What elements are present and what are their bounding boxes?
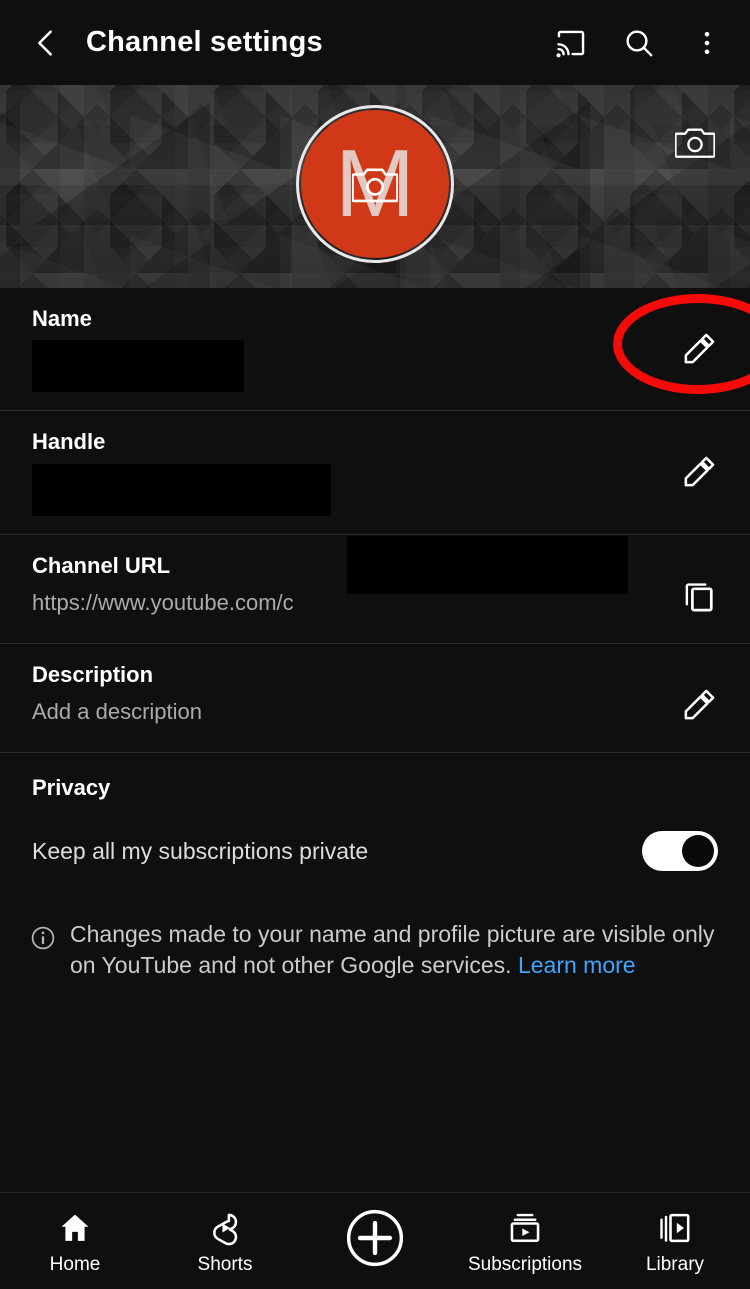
app-bar: Channel settings bbox=[0, 0, 750, 85]
description-value: Add a description bbox=[32, 699, 202, 725]
nav-item-library[interactable]: Library bbox=[600, 1193, 750, 1289]
create-plus-icon bbox=[344, 1206, 406, 1270]
setting-row-description[interactable]: Description Add a description bbox=[0, 644, 750, 752]
description-label: Description bbox=[32, 661, 154, 687]
more-vertical-icon bbox=[704, 31, 710, 54]
nav-label-shorts: Shorts bbox=[197, 1254, 253, 1275]
home-icon bbox=[57, 1208, 93, 1248]
nav-item-shorts[interactable]: Shorts bbox=[150, 1193, 300, 1289]
privacy-label: Privacy bbox=[32, 774, 111, 800]
camera-icon bbox=[352, 168, 398, 203]
description-content: Description Add a description bbox=[32, 662, 670, 726]
description-edit-pencil[interactable] bbox=[670, 676, 728, 734]
copy-icon bbox=[685, 583, 713, 612]
search-icon bbox=[626, 29, 653, 56]
edit-banner-button[interactable] bbox=[672, 119, 718, 165]
pencil-icon bbox=[684, 457, 715, 487]
name-content: Name bbox=[32, 306, 670, 393]
info-note: Changes made to your name and profile pi… bbox=[0, 893, 750, 982]
toggle-knob bbox=[682, 835, 714, 868]
more-options-button[interactable] bbox=[678, 14, 736, 72]
handle-label: Handle bbox=[32, 429, 106, 455]
shorts-icon bbox=[207, 1208, 243, 1248]
nav-label-library: Library bbox=[645, 1254, 705, 1275]
camera-icon bbox=[675, 128, 715, 158]
cast-icon bbox=[556, 30, 585, 57]
nav-item-create[interactable] bbox=[300, 1193, 450, 1289]
name-edit-pencil[interactable] bbox=[670, 320, 728, 378]
app-bar-actions bbox=[542, 14, 750, 72]
pencil-icon bbox=[684, 689, 715, 720]
handle-value-redacted bbox=[32, 463, 331, 516]
cast-button[interactable] bbox=[542, 14, 600, 72]
keep-subscriptions-private-toggle[interactable] bbox=[642, 831, 718, 872]
pencil-icon bbox=[684, 333, 715, 364]
channel-url-copy-button[interactable] bbox=[670, 567, 728, 625]
info-icon bbox=[30, 925, 56, 951]
page-title: Channel settings bbox=[86, 26, 323, 58]
library-icon bbox=[657, 1208, 693, 1248]
settings-list: Name Handle Channel URL https://www.yout… bbox=[0, 288, 750, 982]
nav-label-subscriptions: Subscriptions bbox=[467, 1254, 583, 1275]
subscriptions-icon bbox=[507, 1208, 543, 1248]
search-button[interactable] bbox=[610, 14, 668, 72]
setting-row-handle[interactable]: Handle bbox=[0, 411, 750, 533]
handle-edit-pencil[interactable] bbox=[670, 443, 728, 501]
info-icon-glyph bbox=[31, 926, 55, 950]
name-value-redacted bbox=[32, 340, 244, 393]
channel-settings-screen: Channel settings M Name Handle Channel U… bbox=[0, 0, 750, 1289]
learn-more-link[interactable]: Learn more bbox=[518, 950, 636, 981]
back-button[interactable] bbox=[18, 15, 74, 71]
nav-item-subscriptions[interactable]: Subscriptions bbox=[450, 1193, 600, 1289]
privacy-section-header: Privacy bbox=[0, 753, 750, 805]
privacy-toggle-label: Keep all my subscriptions private bbox=[32, 837, 369, 864]
avatar[interactable]: M bbox=[296, 105, 454, 263]
name-label: Name bbox=[32, 306, 92, 331]
info-note-text-block: Changes made to your name and profile pi… bbox=[70, 919, 720, 982]
handle-content: Handle bbox=[32, 429, 670, 516]
privacy-subscriptions-row[interactable]: Keep all my subscriptions private bbox=[0, 805, 750, 893]
nav-item-home[interactable]: Home bbox=[0, 1193, 150, 1289]
edit-avatar-button[interactable] bbox=[349, 158, 401, 210]
channel-url-value-redacted bbox=[347, 536, 628, 594]
back-chevron-icon bbox=[38, 29, 52, 56]
nav-label-home: Home bbox=[49, 1254, 101, 1275]
setting-row-name[interactable]: Name bbox=[0, 288, 750, 410]
bottom-navigation-bar: Home Shorts Subscriptions Library bbox=[0, 1192, 750, 1289]
